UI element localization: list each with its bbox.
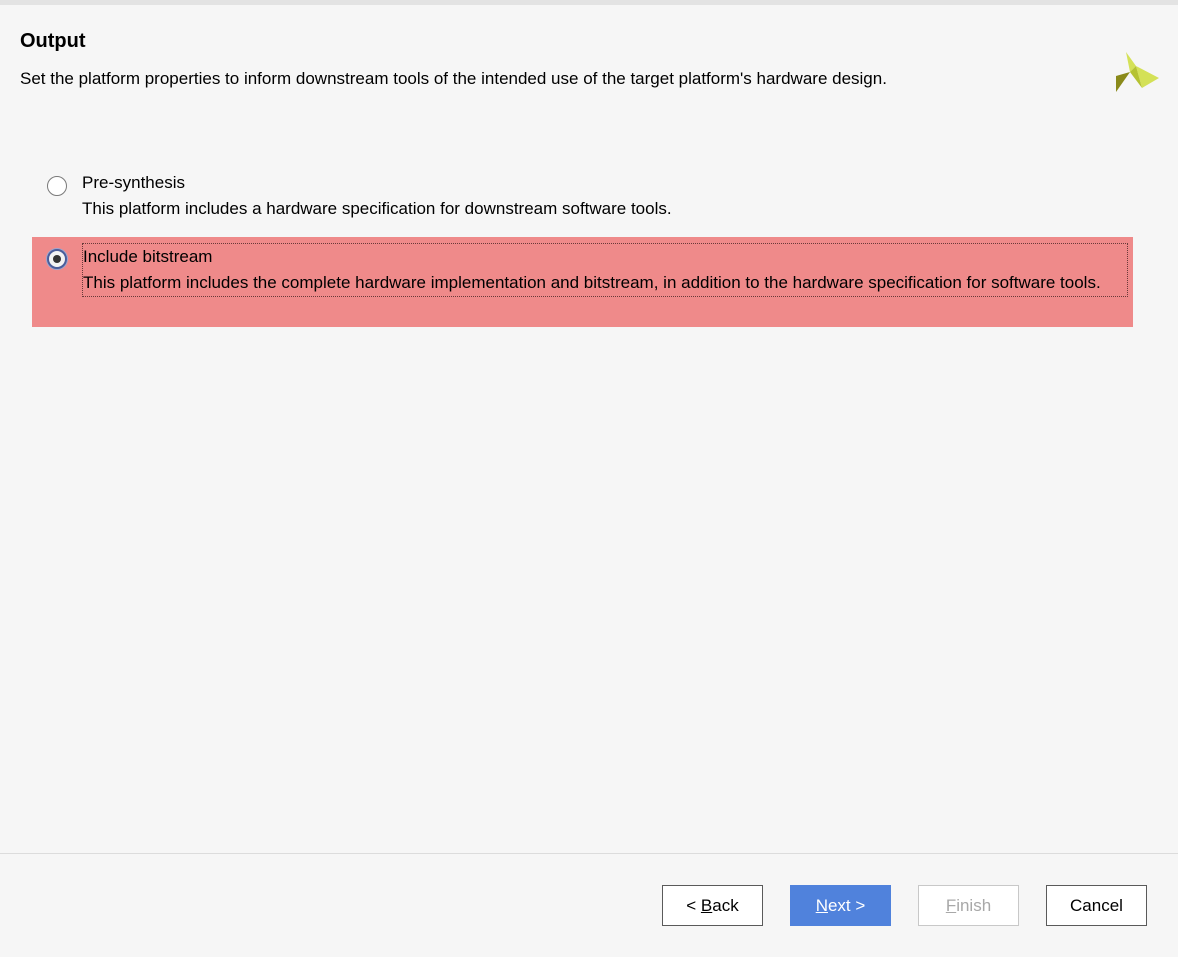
back-mnemonic: B (700, 895, 713, 915)
back-prefix: < (686, 895, 701, 915)
radio-button-include-bitstream[interactable] (47, 249, 67, 269)
xilinx-logo-icon (1116, 52, 1159, 92)
option-label: Pre-synthesis (82, 173, 185, 192)
option-description: This platform includes a hardware specif… (82, 199, 672, 218)
footer-divider (0, 853, 1178, 854)
page-title: Output (20, 30, 86, 52)
radio-option-pre-synthesis[interactable]: Pre-synthesis This platform includes a h… (32, 168, 1133, 228)
cancel-button[interactable]: Cancel (1046, 885, 1147, 926)
page-subtitle: Set the platform properties to inform do… (20, 69, 887, 88)
finish-rest: inish (956, 895, 992, 915)
window-top-strip (0, 0, 1178, 5)
radio-selected-dot (53, 255, 61, 263)
back-rest: ack (712, 895, 739, 915)
next-mnemonic: N (815, 895, 828, 915)
option-text: Include bitstream This platform includes… (82, 243, 1128, 297)
option-text: Pre-synthesis This platform includes a h… (82, 170, 672, 222)
radio-button-pre-synthesis[interactable] (47, 176, 67, 196)
finish-mnemonic: F (945, 895, 957, 915)
radio-option-include-bitstream[interactable]: Include bitstream This platform includes… (32, 237, 1133, 327)
next-rest: ext > (827, 895, 866, 915)
back-button[interactable]: < Back (662, 885, 763, 926)
finish-button[interactable]: Finish (918, 885, 1019, 926)
option-label: Include bitstream (83, 247, 213, 266)
option-description: This platform includes the complete hard… (83, 273, 1101, 292)
next-button[interactable]: Next > (790, 885, 891, 926)
